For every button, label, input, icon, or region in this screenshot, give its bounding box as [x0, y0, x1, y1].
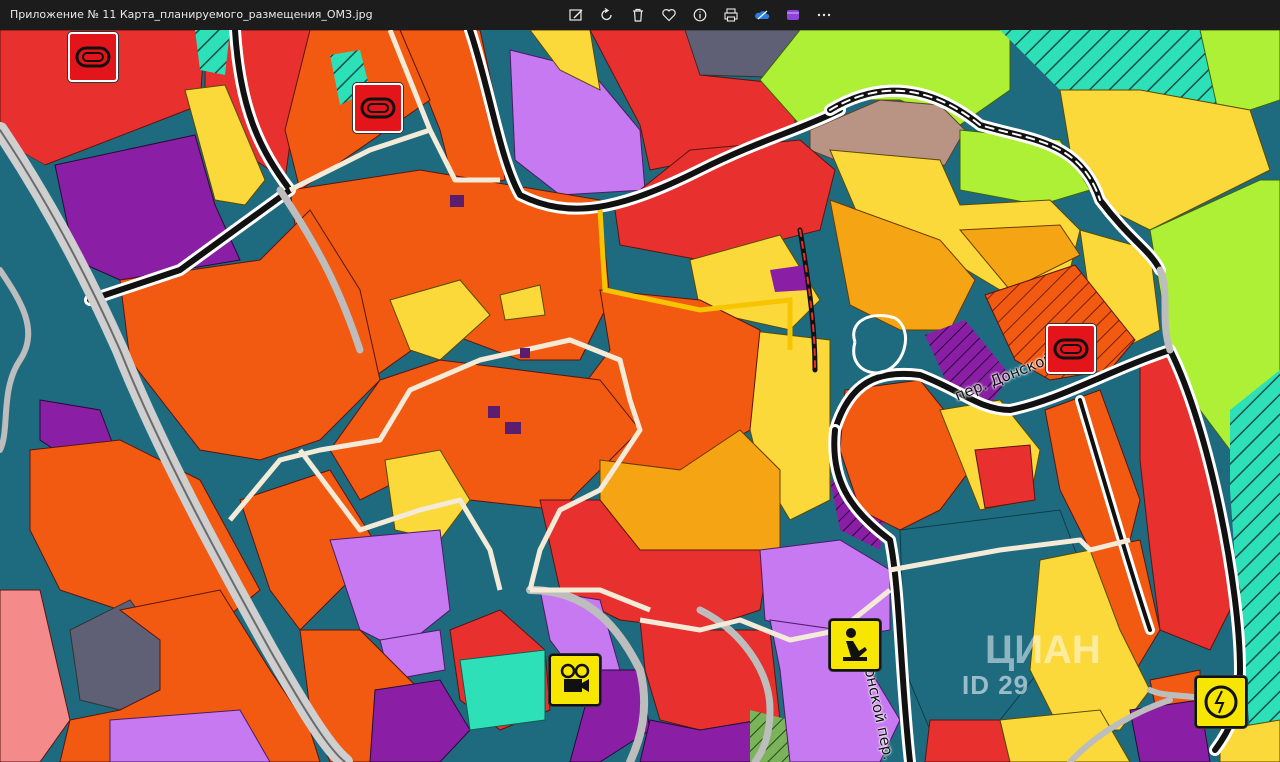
delete-button[interactable] [622, 2, 653, 28]
map-sign-library [829, 619, 881, 671]
map-sign-red-3 [1046, 324, 1096, 374]
info-button[interactable] [684, 2, 715, 28]
watermark-id: ID 29 [962, 670, 1030, 700]
onedrive-cloud-icon [754, 10, 769, 20]
reading-person-icon [843, 628, 867, 661]
oval-marker-icon [360, 97, 396, 119]
heart-icon [661, 9, 676, 22]
rotate-button[interactable] [591, 2, 622, 28]
map-sign-cinema [549, 654, 601, 706]
electric-power-icon [1204, 685, 1238, 719]
trash-icon [632, 8, 643, 22]
clipchamp-button[interactable] [777, 2, 808, 28]
oval-marker-icon [75, 46, 111, 68]
more-options-button[interactable] [808, 2, 839, 28]
onedrive-button[interactable] [746, 2, 777, 28]
print-icon [723, 8, 738, 22]
favorite-button[interactable] [653, 2, 684, 28]
window-title: Приложение № 11 Карта_планируемого_разме… [10, 8, 373, 21]
watermark-brand: ЦИАН [985, 628, 1101, 672]
movie-camera-icon [560, 663, 590, 692]
map-sign-power [1195, 676, 1247, 728]
info-icon [693, 8, 706, 22]
edit-image-icon [568, 9, 583, 21]
oval-marker-icon [1053, 338, 1089, 360]
print-button[interactable] [715, 2, 746, 28]
map-sign-red-2 [353, 83, 403, 133]
image-toolbar [560, 2, 839, 28]
rotate-icon [600, 7, 612, 21]
window-titlebar: Приложение № 11 Карта_планируемого_разме… [0, 0, 1280, 30]
ellipsis-icon [817, 13, 830, 17]
map-sign-red-1 [68, 32, 118, 82]
clipchamp-icon [786, 10, 799, 20]
edit-image-button[interactable] [560, 2, 591, 28]
map-image-viewer[interactable]: пер. Донской Донской пер. ЦИАН ID 29 [0, 30, 1280, 762]
